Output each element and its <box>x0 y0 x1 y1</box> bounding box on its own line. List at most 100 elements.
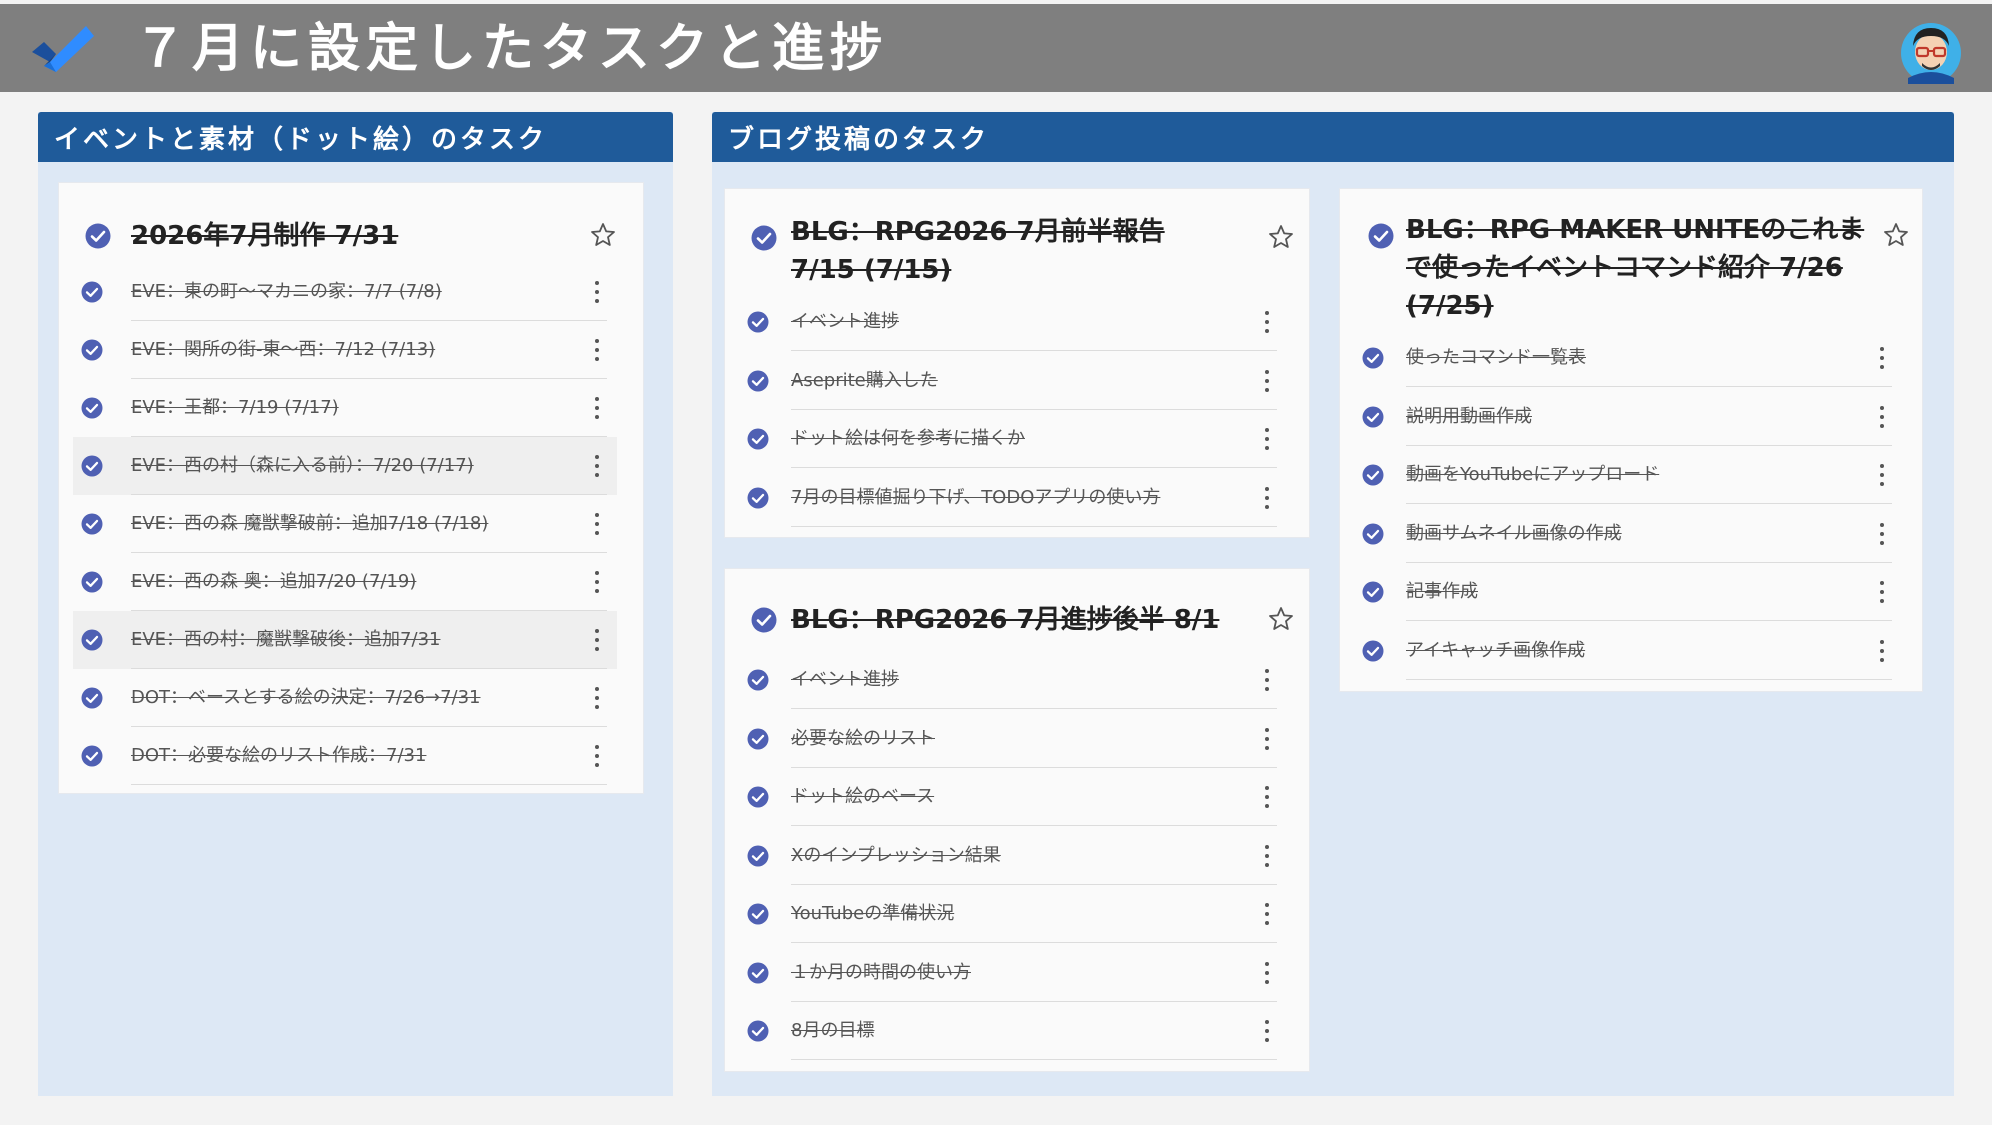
task-label: EVE：西の村（森に入る前）：7/20 (7/17) <box>131 455 474 476</box>
more-options-icon[interactable] <box>1876 461 1888 489</box>
more-options-icon[interactable] <box>1876 403 1888 431</box>
task-item[interactable]: DOT：ベースとする絵の決定：7/26→7/31 <box>73 669 617 727</box>
completed-check-icon[interactable] <box>1362 640 1384 662</box>
completed-check-icon[interactable] <box>747 903 769 925</box>
completed-check-icon[interactable] <box>747 962 769 984</box>
completed-check-icon[interactable] <box>81 455 103 477</box>
completed-check-icon[interactable] <box>1362 347 1384 369</box>
task-item[interactable]: 動画サムネイル画像の作成 <box>1362 505 1902 563</box>
task-item[interactable]: 動画をYouTubeにアップロード <box>1362 446 1902 504</box>
task-item[interactable]: 説明用動画作成 <box>1362 388 1902 446</box>
more-options-icon[interactable] <box>1261 308 1273 336</box>
more-options-icon[interactable] <box>1261 783 1273 811</box>
more-options-icon[interactable] <box>591 742 603 770</box>
completed-check-icon[interactable] <box>81 513 103 535</box>
task-item[interactable]: 記事作成 <box>1362 563 1902 621</box>
task-label: EVE：関所の街-東～西：7/12 (7/13) <box>131 339 436 360</box>
page-title: ７月に設定したタスクと進捗 <box>134 19 889 79</box>
task-item[interactable]: EVE：西の村：魔獣撃破後：追加7/31 <box>73 611 617 669</box>
task-item[interactable]: YouTubeの準備状況 <box>747 885 1287 943</box>
task-item[interactable]: 必要な絵のリスト <box>747 710 1287 768</box>
more-options-icon[interactable] <box>1261 484 1273 512</box>
completed-check-icon[interactable] <box>81 629 103 651</box>
card-title-line: 7/15 (7/15) <box>791 255 952 285</box>
user-avatar[interactable] <box>1900 22 1962 84</box>
task-label: Xのインプレッション結果 <box>791 844 1001 866</box>
more-options-icon[interactable] <box>1876 637 1888 665</box>
completed-check-icon[interactable] <box>81 281 103 303</box>
more-options-icon[interactable] <box>1876 578 1888 606</box>
more-options-icon[interactable] <box>1261 842 1273 870</box>
task-item[interactable]: 8月の目標 <box>747 1002 1287 1060</box>
more-options-icon[interactable] <box>1261 959 1273 987</box>
completed-check-icon[interactable] <box>747 487 769 509</box>
completed-check-icon[interactable] <box>81 339 103 361</box>
task-item[interactable]: 7月の目標値掘り下げ、TODOアプリの使い方 <box>747 469 1287 527</box>
completed-check-icon[interactable] <box>747 1020 769 1042</box>
more-options-icon[interactable] <box>1261 725 1273 753</box>
task-item[interactable]: EVE：関所の街-東～西：7/12 (7/13) <box>73 321 617 379</box>
more-options-icon[interactable] <box>591 568 603 596</box>
completed-check-icon[interactable] <box>747 428 769 450</box>
task-label: EVE：西の森 魔獣撃破前：追加7/18 (7/18) <box>131 513 489 534</box>
more-options-icon[interactable] <box>591 336 603 364</box>
task-item[interactable]: １か月の時間の使い方 <box>747 944 1287 1002</box>
more-options-icon[interactable] <box>591 684 603 712</box>
completed-check-icon[interactable] <box>81 397 103 419</box>
completed-check-icon[interactable] <box>751 607 777 633</box>
more-options-icon[interactable] <box>1261 367 1273 395</box>
task-item[interactable]: EVE：西の村（森に入る前）：7/20 (7/17) <box>73 437 617 495</box>
more-options-icon[interactable] <box>1261 900 1273 928</box>
star-icon[interactable] <box>1882 221 1910 249</box>
more-options-icon[interactable] <box>1876 344 1888 372</box>
task-item[interactable]: EVE：西の森 魔獣撃破前：追加7/18 (7/18) <box>73 495 617 553</box>
completed-check-icon[interactable] <box>81 687 103 709</box>
task-card[interactable]: BLG：RPG2026 7月前半報告 7/15 (7/15) イベント進捗 Ase… <box>724 188 1310 538</box>
completed-check-icon[interactable] <box>747 669 769 691</box>
completed-check-icon[interactable] <box>751 225 777 251</box>
more-options-icon[interactable] <box>1261 666 1273 694</box>
completed-check-icon[interactable] <box>747 370 769 392</box>
task-item[interactable]: イベント進捗 <box>747 293 1287 351</box>
completed-check-icon[interactable] <box>1362 406 1384 428</box>
more-options-icon[interactable] <box>591 626 603 654</box>
task-item[interactable]: Aseprite購入した <box>747 352 1287 410</box>
more-options-icon[interactable] <box>1261 425 1273 453</box>
completed-check-icon[interactable] <box>1368 223 1394 249</box>
task-card[interactable]: BLG：RPG MAKER UNITEのこれま で使ったイベントコマンド紹介 7… <box>1339 188 1923 692</box>
task-item[interactable]: DOT：必要な絵のリスト作成：7/31 <box>73 727 617 785</box>
task-item[interactable]: ドット絵のベース <box>747 768 1287 826</box>
completed-check-icon[interactable] <box>81 745 103 767</box>
task-item[interactable]: EVE：西の森 奥：追加7/20 (7/19) <box>73 553 617 611</box>
completed-check-icon[interactable] <box>747 786 769 808</box>
completed-check-icon[interactable] <box>85 223 111 249</box>
task-label: EVE：王都：7/19 (7/17) <box>131 397 339 418</box>
task-item[interactable]: イベント進捗 <box>747 651 1287 709</box>
more-options-icon[interactable] <box>591 278 603 306</box>
star-icon[interactable] <box>589 221 617 249</box>
star-icon[interactable] <box>1267 605 1295 633</box>
task-item[interactable]: 使ったコマンド一覧表 <box>1362 329 1902 387</box>
task-item[interactable]: ドット絵は何を参考に描くか <box>747 410 1287 468</box>
task-item[interactable]: EVE：王都：7/19 (7/17) <box>73 379 617 437</box>
task-card[interactable]: 2026年7月制作 7/31 EVE：東の町～マカニの家：7/7 (7/8) EV… <box>58 182 644 794</box>
task-item[interactable]: Xのインプレッション結果 <box>747 827 1287 885</box>
completed-check-icon[interactable] <box>747 845 769 867</box>
task-item[interactable]: EVE：東の町～マカニの家：7/7 (7/8) <box>73 263 617 321</box>
more-options-icon[interactable] <box>591 510 603 538</box>
completed-check-icon[interactable] <box>1362 523 1384 545</box>
task-item[interactable]: アイキャッチ画像作成 <box>1362 622 1902 680</box>
task-label: Aseprite購入した <box>791 369 938 391</box>
task-label: DOT：ベースとする絵の決定：7/26→7/31 <box>131 687 481 708</box>
more-options-icon[interactable] <box>1261 1017 1273 1045</box>
completed-check-icon[interactable] <box>747 728 769 750</box>
completed-check-icon[interactable] <box>81 571 103 593</box>
completed-check-icon[interactable] <box>747 311 769 333</box>
more-options-icon[interactable] <box>1876 520 1888 548</box>
star-icon[interactable] <box>1267 223 1295 251</box>
completed-check-icon[interactable] <box>1362 581 1384 603</box>
task-card[interactable]: BLG：RPG2026 7月進捗後半 8/1 イベント進捗 必要な絵のリスト ドット… <box>724 568 1310 1072</box>
completed-check-icon[interactable] <box>1362 464 1384 486</box>
more-options-icon[interactable] <box>591 394 603 422</box>
more-options-icon[interactable] <box>591 452 603 480</box>
